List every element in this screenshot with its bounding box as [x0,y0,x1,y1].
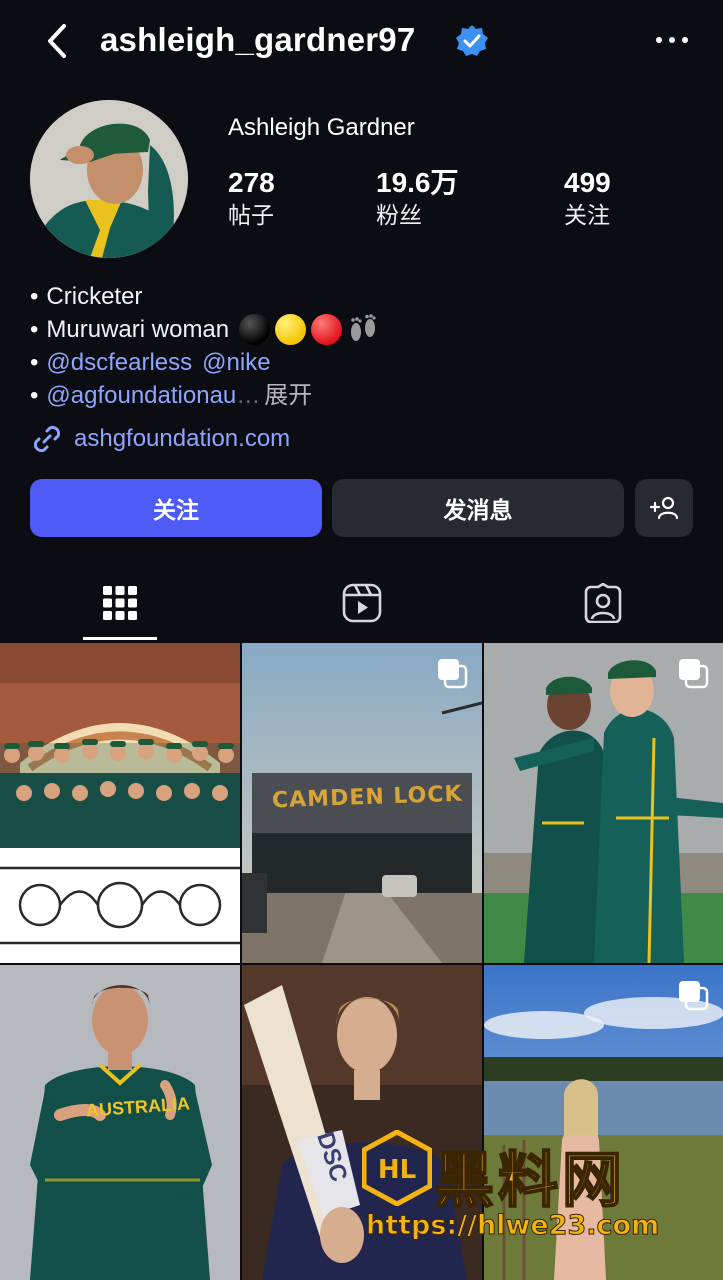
add-person-icon [649,496,679,520]
posts-count: 278 [228,167,275,198]
profile-tab-bar [0,565,723,640]
grid-post-3[interactable] [484,643,723,963]
tagged-user-icon [584,582,622,623]
top-bar: ashleigh_gardner97 [0,0,723,84]
followers-count: 19.6万 [376,167,459,198]
carousel-multiple-icon [679,659,709,689]
posts-count-stat[interactable]: 278 帖子 [228,166,275,230]
bio-bullet: • [30,382,39,409]
bio-ellipsis: … [236,382,261,409]
post-thumbnail [0,965,240,1280]
bio-bullet: • [30,349,39,376]
follow-button[interactable]: 关注 [30,479,322,537]
website-link[interactable]: ashgfoundation.com [30,422,290,456]
more-horizontal-icon[interactable] [652,30,692,50]
avatar-photo [30,100,188,258]
mention-link-nike[interactable]: @nike [202,346,270,379]
tab-posts-grid[interactable] [60,565,180,640]
bio-text: Cricketer [46,283,143,310]
suggested-accounts-button[interactable] [635,479,693,537]
bio-line: • Muruwari woman [30,313,380,346]
post-thumbnail [484,643,723,963]
message-button[interactable]: 发消息 [332,479,624,537]
red-circle-emoji-icon [311,314,343,345]
bio-bullet: • [30,283,39,310]
post-thumbnail [0,643,240,963]
profile-avatar[interactable] [30,100,188,258]
tab-reels[interactable] [302,565,422,640]
link-icon [33,425,61,453]
followers-label: 粉丝 [376,202,422,228]
profile-username: ashleigh_gardner97 [100,21,416,58]
posts-label: 帖子 [228,202,274,228]
black-circle-emoji-icon [239,314,271,345]
following-count-stat[interactable]: 499 关注 [564,166,611,230]
profile-bio: • Cricketer • Muruwari woman • @dscfearl… [30,280,380,412]
watermark-logo-text: HL [378,1155,416,1185]
footprints-emoji-icon [351,314,376,341]
mention-link-agfoundationau[interactable]: @agfoundationau [46,379,236,412]
display-name: Ashleigh Gardner [228,114,415,141]
following-count: 499 [564,167,611,198]
followers-count-stat[interactable]: 19.6万 粉丝 [376,166,459,230]
yellow-circle-emoji-icon [275,314,307,345]
bio-line: • @agfoundationau … 展开 [30,379,380,412]
watermark-url: https://hlwe23.com [365,1210,660,1242]
active-tab-indicator [83,637,157,640]
watermark-title: 黑料网 [433,1145,626,1217]
carousel-multiple-icon [438,659,468,689]
bio-expand-button[interactable]: 展开 [264,379,312,412]
website-link-text[interactable]: ashgfoundation.com [74,425,290,453]
following-label: 关注 [564,202,610,228]
bio-bullet: • [30,316,39,343]
grid-post-4[interactable]: AUSTRALIA [0,965,240,1280]
grid-post-2[interactable]: CAMDEN LOCK [242,643,482,963]
chevron-left-icon[interactable] [40,20,76,62]
grid-icon [103,585,137,620]
carousel-multiple-icon [679,981,709,1011]
grid-post-1[interactable] [0,643,240,963]
watermark-overlay: HL 黑料网 https://hlwe23.com [362,1130,702,1250]
verified-badge-icon [456,25,488,56]
bio-text: Muruwari woman [46,316,230,343]
watermark-logo-icon: HL [362,1130,432,1206]
reels-icon [342,583,382,622]
bio-line: • @dscfearless @nike [30,346,380,379]
bio-line: • Cricketer [30,280,380,313]
tab-tagged[interactable] [543,565,663,640]
mention-link-dscfearless[interactable]: @dscfearless [46,346,192,379]
